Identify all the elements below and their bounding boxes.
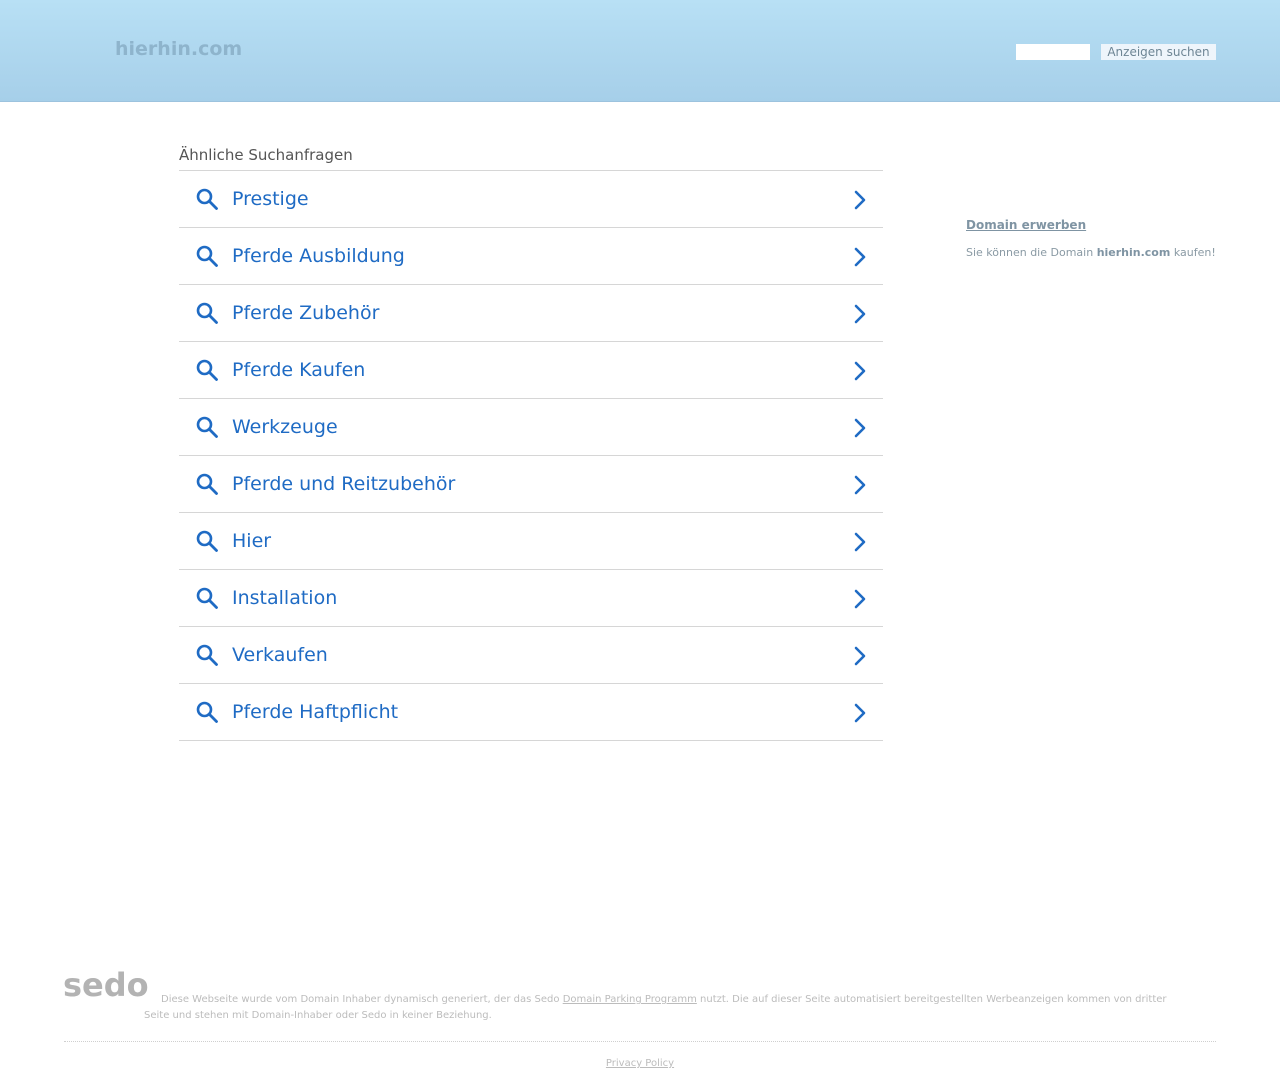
footer-disclaimer: Diese Webseite wurde vom Domain Inhaber … [144,992,1184,1024]
search-icon [196,701,218,723]
buy-domain-text-before: Sie können die Domain [966,246,1097,259]
privacy-policy-link[interactable]: Privacy Policy [606,1058,674,1069]
search-button[interactable]: Anzeigen suchen [1101,44,1216,60]
chevron-right-icon [854,247,866,267]
list-item[interactable]: Pferde und Reitzubehör [179,456,883,513]
list-item[interactable]: Pferde Ausbildung [179,228,883,285]
chevron-right-icon [854,304,866,324]
list-item[interactable]: Hier [179,513,883,570]
search-icon [196,245,218,267]
search-icon [196,302,218,324]
buy-domain-text-after: kaufen! [1170,246,1216,259]
chevron-right-icon [854,532,866,552]
search-icon [196,644,218,666]
list-item-label: Pferde Kaufen [232,359,366,381]
list-item[interactable]: Verkaufen [179,627,883,684]
related-searches-title: Ähnliche Suchanfragen [179,146,353,164]
search-icon [196,359,218,381]
list-item-label: Werkzeuge [232,416,338,438]
list-item-label: Pferde Zubehör [232,302,380,324]
list-item-label: Verkaufen [232,644,328,666]
chevron-right-icon [854,646,866,666]
list-item[interactable]: Pferde Zubehör [179,285,883,342]
buy-domain-link[interactable]: Domain erwerben [966,218,1086,232]
chevron-right-icon [854,703,866,723]
list-item[interactable]: Pferde Haftpflicht [179,684,883,741]
list-item-label: Pferde Ausbildung [232,245,405,267]
footer-privacy: Privacy Policy [0,1058,1280,1069]
footer-divider [64,1041,1216,1042]
list-item-label: Pferde Haftpflicht [232,701,399,723]
list-item[interactable]: Installation [179,570,883,627]
search-icon [196,188,218,210]
chevron-right-icon [854,475,866,495]
disclaimer-text-1: Diese Webseite wurde vom Domain Inhaber … [161,994,563,1005]
sedo-logo[interactable]: sedo [63,966,149,1004]
list-item[interactable]: Pferde Kaufen [179,342,883,399]
header: hierhin.com Anzeigen suchen [0,0,1280,102]
chevron-right-icon [854,418,866,438]
chevron-right-icon [854,190,866,210]
domain-parking-link[interactable]: Domain Parking Programm [563,994,697,1005]
search-icon [196,416,218,438]
list-item-label: Prestige [232,188,309,210]
list-item-label: Pferde und Reitzubehör [232,473,456,495]
search-icon [196,530,218,552]
list-item-label: Installation [232,587,338,609]
list-item-label: Hier [232,530,272,552]
search-icon [196,587,218,609]
related-searches-list: Prestige Pferde Ausbildung Pferde Zubehö… [179,170,883,741]
list-item[interactable]: Prestige [179,171,883,228]
list-item[interactable]: Werkzeuge [179,399,883,456]
chevron-right-icon [854,589,866,609]
buy-domain-text: Sie können die Domain hierhin.com kaufen… [966,246,1216,259]
search-input[interactable] [1016,44,1090,60]
chevron-right-icon [854,361,866,381]
site-logo[interactable]: hierhin.com [115,38,242,60]
buy-domain-name: hierhin.com [1096,246,1171,259]
search-icon [196,473,218,495]
